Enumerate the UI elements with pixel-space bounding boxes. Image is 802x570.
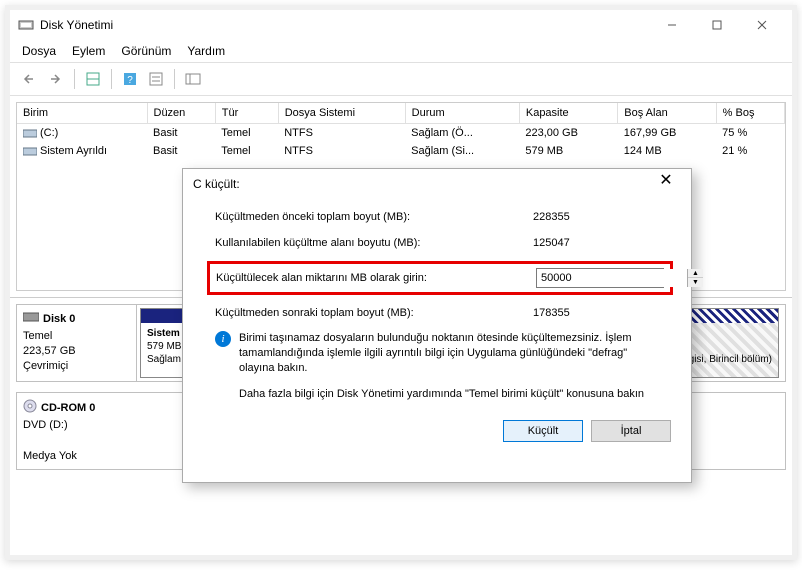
after-size-label: Küçültmeden sonraki toplam boyut (MB): [215, 307, 533, 319]
layout-icon[interactable] [81, 67, 105, 91]
detail-icon[interactable] [181, 67, 205, 91]
disk-size: 223,57 GB [23, 344, 130, 359]
cdrom-media: Medya Yok [23, 449, 131, 464]
cancel-button[interactable]: İptal [591, 420, 671, 442]
col-status[interactable]: Durum [405, 103, 519, 124]
window-title: Disk Yönetimi [40, 18, 649, 32]
titlebar: Disk Yönetimi [10, 10, 792, 40]
menu-view[interactable]: Görünüm [121, 44, 171, 58]
shrink-dialog: C küçült: ✕ Küçültmeden önceki toplam bo… [182, 168, 692, 483]
disk-name: Disk 0 [43, 312, 75, 327]
shrink-amount-label: Küçültülecek alan miktarını MB olarak gi… [216, 272, 536, 284]
available-shrink-value [533, 235, 675, 251]
available-shrink-label: Kullanılabilen küçültme alanı boyutu (MB… [215, 237, 533, 249]
shrink-amount-input[interactable]: ▲ ▼ [536, 268, 664, 288]
disk-icon [23, 311, 39, 328]
before-size-value [533, 209, 675, 225]
cdrom-letter: DVD (D:) [23, 418, 131, 433]
drive-icon [23, 127, 37, 139]
menu-file[interactable]: Dosya [22, 44, 56, 58]
dialog-close-button[interactable]: ✕ [651, 170, 681, 198]
info-text: Birimi taşınamaz dosyaların bulunduğu no… [239, 331, 665, 376]
col-layout[interactable]: Düzen [147, 103, 215, 124]
list-icon[interactable] [144, 67, 168, 91]
help-icon[interactable]: ? [118, 67, 142, 91]
table-row[interactable]: Sistem Ayrıldı Basit Temel NTFS Sağlam (… [17, 142, 785, 160]
minimize-button[interactable] [649, 11, 694, 39]
disk-mgmt-icon [18, 17, 34, 33]
menu-help[interactable]: Yardım [187, 44, 225, 58]
dialog-title: C küçült: [193, 177, 651, 191]
col-free[interactable]: Boş Alan [618, 103, 716, 124]
shrink-button[interactable]: Küçült [503, 420, 583, 442]
spinner-down-icon[interactable]: ▼ [688, 278, 703, 287]
close-button[interactable] [739, 11, 784, 39]
nav-forward-icon[interactable] [44, 67, 68, 91]
col-pct[interactable]: % Boş [716, 103, 784, 124]
cdrom-icon [23, 399, 37, 418]
shrink-amount-row: Küçültülecek alan miktarını MB olarak gi… [207, 261, 673, 295]
menubar: Dosya Eylem Görünüm Yardım [10, 40, 792, 63]
svg-text:?: ? [127, 75, 133, 86]
col-volume[interactable]: Birim [17, 103, 147, 124]
col-type[interactable]: Tür [215, 103, 278, 124]
disk-status: Çevrimiçi [23, 359, 130, 374]
nav-back-icon[interactable] [18, 67, 42, 91]
col-fs[interactable]: Dosya Sistemi [278, 103, 405, 124]
cdrom-name: CD-ROM 0 [41, 401, 95, 416]
before-size-label: Küçültmeden önceki toplam boyut (MB): [215, 211, 533, 223]
after-size-value [533, 305, 675, 321]
more-info-text: Daha fazla bilgi için Disk Yönetimi yard… [215, 388, 665, 400]
maximize-button[interactable] [694, 11, 739, 39]
info-icon: i [215, 331, 231, 347]
menu-action[interactable]: Eylem [72, 44, 105, 58]
toolbar: ? [10, 63, 792, 96]
disk-type: Temel [23, 329, 130, 344]
spinner-up-icon[interactable]: ▲ [688, 269, 703, 278]
table-row[interactable]: (C:) Basit Temel NTFS Sağlam (Ö... 223,0… [17, 124, 785, 143]
col-capacity[interactable]: Kapasite [519, 103, 617, 124]
drive-icon [23, 145, 37, 157]
